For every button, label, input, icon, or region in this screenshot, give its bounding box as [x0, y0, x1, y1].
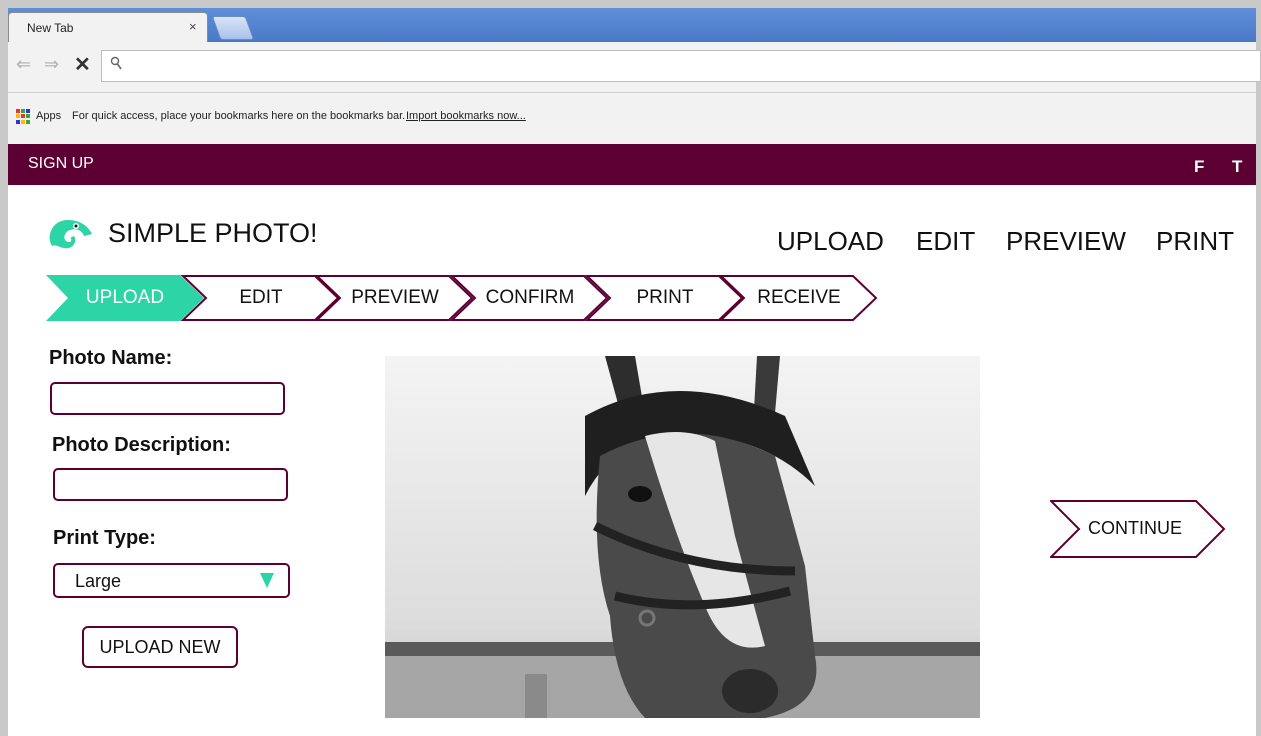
bookmarks-hint: For quick access, place your bookmarks h…	[72, 110, 406, 122]
print-type-select[interactable]: Large	[53, 563, 290, 598]
photo-name-input[interactable]	[50, 382, 285, 415]
photo-description-label: Photo Description:	[52, 434, 231, 456]
step-label: CONFIRM	[485, 287, 575, 308]
signup-link[interactable]: SIGN UP	[28, 155, 94, 173]
apps-label[interactable]: Apps	[36, 110, 61, 122]
chameleon-logo-icon	[46, 216, 98, 257]
brand-title[interactable]: SIMPLE PHOTO!	[108, 218, 318, 249]
back-arrow-icon[interactable]: ⇐	[16, 54, 31, 75]
facebook-icon[interactable]: F	[1194, 157, 1204, 177]
continue-label[interactable]: CONTINUE	[1088, 518, 1182, 539]
step-label: PREVIEW	[351, 287, 439, 308]
progress-steps: UPLOAD EDIT PREVIEW CONFIRM PRINT RECEIV…	[46, 275, 878, 321]
dropdown-arrow-icon	[260, 573, 274, 588]
browser-window: New Tab × ⇐ ⇒ ✕ Apps For quick access, p…	[0, 0, 1261, 736]
twitter-icon[interactable]: T	[1232, 157, 1242, 177]
step-label: RECEIVE	[757, 287, 841, 308]
stop-icon[interactable]: ✕	[74, 52, 91, 77]
bookmarks-bar: Apps For quick access, place your bookma…	[8, 93, 1256, 144]
tab-strip: New Tab ×	[8, 8, 1256, 42]
close-tab-icon[interactable]: ×	[189, 19, 197, 34]
print-type-value: Large	[75, 571, 122, 591]
new-tab-button[interactable]	[211, 16, 255, 40]
tab-title: New Tab	[27, 21, 74, 35]
print-type-label: Print Type:	[53, 527, 156, 549]
nav-preview[interactable]: PREVIEW	[1006, 226, 1126, 257]
nav-upload[interactable]: UPLOAD	[777, 226, 884, 257]
step-label: PRINT	[636, 287, 694, 308]
photo-name-label: Photo Name:	[49, 347, 173, 369]
browser-tab[interactable]: New Tab ×	[8, 12, 208, 42]
page-content: SIGN UP F T SIMPLE PHOTO! UPLOAD EDIT PR…	[8, 144, 1256, 736]
step-label: UPLOAD	[85, 287, 165, 308]
nav-edit[interactable]: EDIT	[916, 226, 975, 257]
browser-toolbar: ⇐ ⇒ ✕	[8, 42, 1261, 93]
step-label: EDIT	[239, 287, 283, 308]
address-bar[interactable]	[101, 50, 1261, 82]
import-bookmarks-link[interactable]: Import bookmarks now...	[406, 110, 526, 122]
apps-grid-icon[interactable]	[16, 109, 31, 124]
horse-photo	[385, 356, 980, 718]
upload-new-button[interactable]: UPLOAD NEW	[82, 626, 238, 668]
forward-arrow-icon[interactable]: ⇒	[44, 54, 59, 75]
photo-description-input[interactable]	[53, 468, 288, 501]
nav-print[interactable]: PRINT	[1156, 226, 1234, 257]
search-icon	[110, 56, 124, 75]
top-bar: SIGN UP F T	[8, 144, 1256, 185]
